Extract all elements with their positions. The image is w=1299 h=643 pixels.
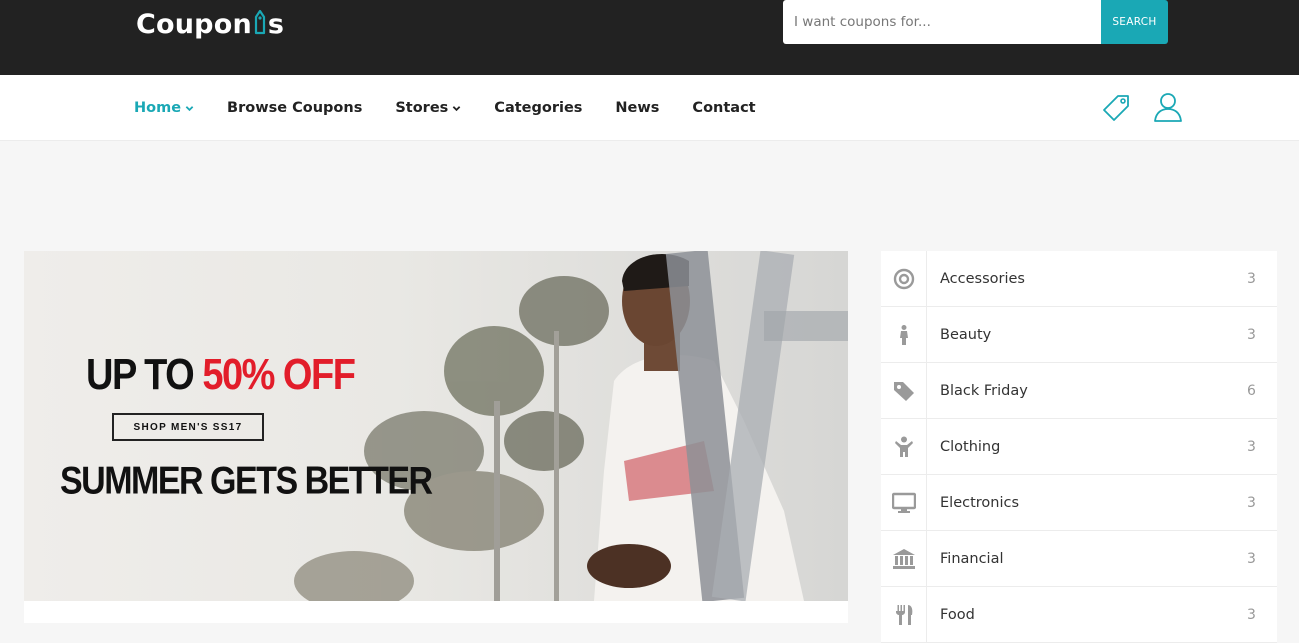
nav-item-stores[interactable]: Stores	[395, 100, 461, 116]
logo-text-start: Coupon	[136, 8, 252, 40]
category-count: 3	[1247, 326, 1256, 343]
target-icon	[893, 268, 914, 289]
category-count: 3	[1247, 270, 1256, 287]
category-item-clothing[interactable]: Clothing 3	[881, 418, 1277, 475]
user-icon[interactable]	[1152, 90, 1184, 124]
female-icon	[899, 324, 908, 345]
search-button[interactable]: SEARCH	[1101, 0, 1168, 44]
category-name: Accessories	[940, 270, 1025, 287]
site-logo[interactable]: Coupon s	[136, 4, 284, 44]
banner-tagline: SUMMER GETS BETTER	[60, 459, 433, 503]
category-count: 3	[1247, 550, 1256, 567]
category-icon-cell	[881, 306, 927, 363]
logo-tag-icon	[254, 9, 265, 35]
tag-icon[interactable]	[1100, 90, 1132, 124]
category-name: Clothing	[940, 438, 1001, 455]
category-count: 3	[1247, 606, 1256, 623]
tag-icon	[893, 381, 914, 401]
category-icon-cell	[881, 474, 927, 531]
chevron-down-icon	[453, 105, 461, 111]
category-item-food[interactable]: Food 3	[881, 586, 1277, 643]
category-count: 3	[1247, 438, 1256, 455]
cutlery-icon	[895, 604, 912, 625]
top-bar: Coupon s SEARCH	[0, 0, 1299, 75]
nav-item-label: News	[615, 100, 660, 116]
category-item-beauty[interactable]: Beauty 3	[881, 306, 1277, 363]
category-list: Accessories 3 Beauty 3 Black Friday 6 Cl…	[881, 250, 1277, 643]
banner-headline: UP TO 50% OFF	[86, 351, 356, 400]
monitor-icon	[891, 492, 916, 513]
category-name: Beauty	[940, 326, 992, 343]
category-name: Black Friday	[940, 382, 1028, 399]
category-item-black-friday[interactable]: Black Friday 6	[881, 362, 1277, 419]
category-count: 3	[1247, 494, 1256, 511]
nav-item-label: Categories	[494, 100, 583, 116]
banner-discount: 50% OFF	[202, 351, 356, 400]
nav-item-home[interactable]: Home	[134, 100, 194, 116]
main-navbar: Home Browse Coupons Stores Categories Ne…	[0, 75, 1299, 141]
nav-item-label: Stores	[395, 100, 449, 116]
bank-icon	[892, 548, 915, 569]
nav-item-browse-coupons[interactable]: Browse Coupons	[227, 100, 362, 116]
nav-item-news[interactable]: News	[615, 100, 659, 116]
main-nav: Home Browse Coupons Stores Categories Ne…	[134, 75, 789, 141]
category-icon-cell	[881, 530, 927, 587]
category-item-accessories[interactable]: Accessories 3	[881, 250, 1277, 307]
nav-icons	[1100, 90, 1204, 124]
nav-item-contact[interactable]: Contact	[692, 100, 755, 116]
nav-item-categories[interactable]: Categories	[494, 100, 582, 116]
promo-banner[interactable]: UP TO 50% OFF SHOP MEN'S SS17 SUMMER GET…	[24, 251, 848, 601]
search-input[interactable]	[783, 0, 1101, 44]
logo-text-end: s	[267, 8, 285, 40]
search-form: SEARCH	[783, 0, 1168, 44]
banner-caption-area	[24, 601, 848, 623]
category-item-financial[interactable]: Financial 3	[881, 530, 1277, 587]
nav-item-label: Home	[134, 100, 182, 116]
category-item-electronics[interactable]: Electronics 3	[881, 474, 1277, 531]
category-icon-cell	[881, 586, 927, 643]
category-name: Electronics	[940, 494, 1020, 511]
category-icon-cell	[881, 250, 927, 307]
child-icon	[894, 436, 913, 457]
shop-mens-button[interactable]: SHOP MEN'S SS17	[112, 413, 264, 441]
banner-headline-prefix: UP TO	[86, 351, 203, 400]
category-count: 6	[1247, 382, 1256, 399]
nav-item-label: Contact	[692, 100, 756, 116]
category-icon-cell	[881, 362, 927, 419]
category-name: Financial	[940, 550, 1004, 567]
chevron-down-icon	[185, 105, 194, 111]
nav-item-label: Browse Coupons	[227, 100, 363, 116]
category-name: Food	[940, 606, 975, 623]
category-icon-cell	[881, 418, 927, 475]
